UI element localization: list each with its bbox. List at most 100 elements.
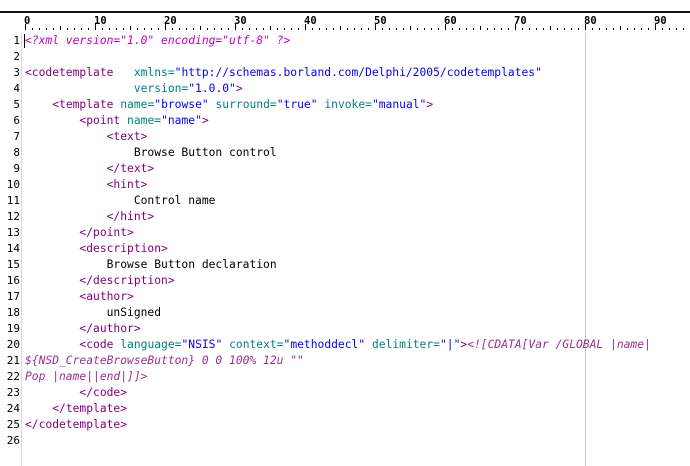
ruler-tick (298, 28, 299, 30)
code-line[interactable]: </text> (25, 161, 155, 177)
line-number: 22 (6, 370, 20, 383)
code-line[interactable]: ${NSD_CreateBrowseButton} 0 0 100% 12u "… (25, 353, 304, 369)
code-token: <?xml version="1.0" encoding="utf-8" ?> (25, 34, 291, 47)
ruler-tick (480, 26, 481, 30)
ruler-tick (536, 28, 537, 30)
code-token: </hint> (106, 210, 155, 223)
code-line[interactable]: <text> (25, 129, 148, 145)
ruler-tick (151, 28, 152, 30)
ruler-tick (592, 28, 593, 30)
code-line[interactable]: <point name="name"> (25, 113, 208, 129)
ruler-tick (130, 26, 131, 30)
ruler-tick (662, 28, 663, 30)
ruler-tick (88, 28, 89, 30)
line-number: 9 (13, 162, 20, 175)
code-line[interactable]: </author> (25, 321, 140, 337)
ruler-tick (32, 28, 33, 30)
code-token: "name" (161, 114, 202, 127)
code-token: <author> (79, 290, 134, 303)
ruler-label: 70 (514, 15, 527, 27)
code-token: </point> (79, 226, 134, 239)
ruler-tick (270, 26, 271, 30)
ruler-tick (277, 28, 278, 30)
code-line[interactable]: version="1.0.0"> (25, 81, 243, 97)
line-number: 1 (13, 34, 20, 47)
code-line[interactable]: </hint> (25, 209, 155, 225)
code-line[interactable]: <?xml version="1.0" encoding="utf-8" ?> (25, 33, 290, 49)
code-token: ${NSD_CreateBrowseButton} 0 0 100% 12u "… (25, 354, 304, 367)
line-number: 12 (6, 210, 20, 223)
ruler-tick (452, 28, 453, 30)
line-number: 15 (6, 258, 20, 271)
code-line[interactable]: Control name (25, 193, 216, 209)
line-number: 11 (6, 194, 20, 207)
line-number: 4 (13, 82, 20, 95)
ruler-tick (410, 26, 411, 30)
code-token: > (426, 98, 434, 111)
code-line[interactable]: </description> (25, 273, 174, 289)
code-line[interactable]: <code language="NSIS" context="methoddec… (25, 337, 651, 353)
code-line[interactable]: <author> (25, 289, 134, 305)
code-line[interactable]: </point> (25, 225, 134, 241)
line-number: 7 (13, 130, 20, 143)
code-line[interactable]: unSigned (25, 305, 161, 321)
line-number: 23 (6, 386, 20, 399)
ruler-tick (417, 28, 418, 30)
line-number: 2 (13, 50, 20, 63)
code-token: "1.0.0" (188, 82, 236, 95)
ruler-label: 90 (654, 15, 667, 27)
code-token: <description> (79, 242, 168, 255)
code-line[interactable]: <hint> (25, 177, 148, 193)
ruler-tick (487, 28, 488, 30)
code-token: <codetemplate (25, 66, 114, 79)
ruler-tick (186, 28, 187, 30)
ruler-tick (347, 28, 348, 30)
code-line[interactable]: <description> (25, 241, 168, 257)
ruler-tick (669, 28, 670, 30)
code-line[interactable]: Pop |name||end|]]> (25, 369, 147, 385)
code-line[interactable]: Browse Button control (25, 145, 277, 161)
ruler-tick (424, 28, 425, 30)
line-number-gutter: 1 2 3 4 5 6 7 8 9 10 11 12 13 14 15 16 17 18 19 20 21 22 23 24 2… (0, 33, 22, 466)
code-line[interactable]: </code> (25, 385, 127, 401)
ruler-tick (557, 28, 558, 30)
line-number: 5 (13, 98, 20, 111)
code-token: <![CDATA[Var /GLOBAL |name| (467, 338, 651, 351)
ruler-tick (606, 28, 607, 30)
code-token: Control name (25, 194, 216, 207)
code-token: "browse" (154, 98, 209, 111)
code-token: name= (127, 114, 162, 127)
code-token: delimiter= (371, 338, 440, 351)
line-number: 18 (6, 306, 20, 319)
code-line[interactable]: </codetemplate> (25, 417, 127, 433)
code-token: <code (79, 338, 114, 351)
code-line[interactable]: <template name="browse" surround="true" … (25, 97, 433, 113)
ruler-tick (333, 28, 334, 30)
ruler-tick (74, 28, 75, 30)
code-token: </codetemplate> (25, 418, 128, 431)
code-token: </text> (106, 162, 155, 175)
code-line[interactable]: </template> (25, 401, 127, 417)
code-line[interactable]: Browse Button declaration (25, 257, 277, 273)
code-editor[interactable]: <?xml version="1.0" encoding="utf-8" ?> <… (25, 33, 690, 466)
ruler-tick (53, 28, 54, 30)
ruler-tick (550, 26, 551, 30)
ruler-tick (473, 28, 474, 30)
window-top-border (0, 0, 690, 13)
ruler-tick (543, 28, 544, 30)
ruler-tick (207, 28, 208, 30)
code-token: "methoddecl" (283, 338, 366, 351)
code-token: <text> (106, 130, 148, 143)
ruler-tick (39, 28, 40, 30)
code-line[interactable]: <codetemplate xmlns="http://schemas.borl… (25, 65, 542, 81)
ruler-tick (403, 28, 404, 30)
ruler-label: 0 (24, 15, 31, 27)
ruler-tick (683, 28, 684, 30)
